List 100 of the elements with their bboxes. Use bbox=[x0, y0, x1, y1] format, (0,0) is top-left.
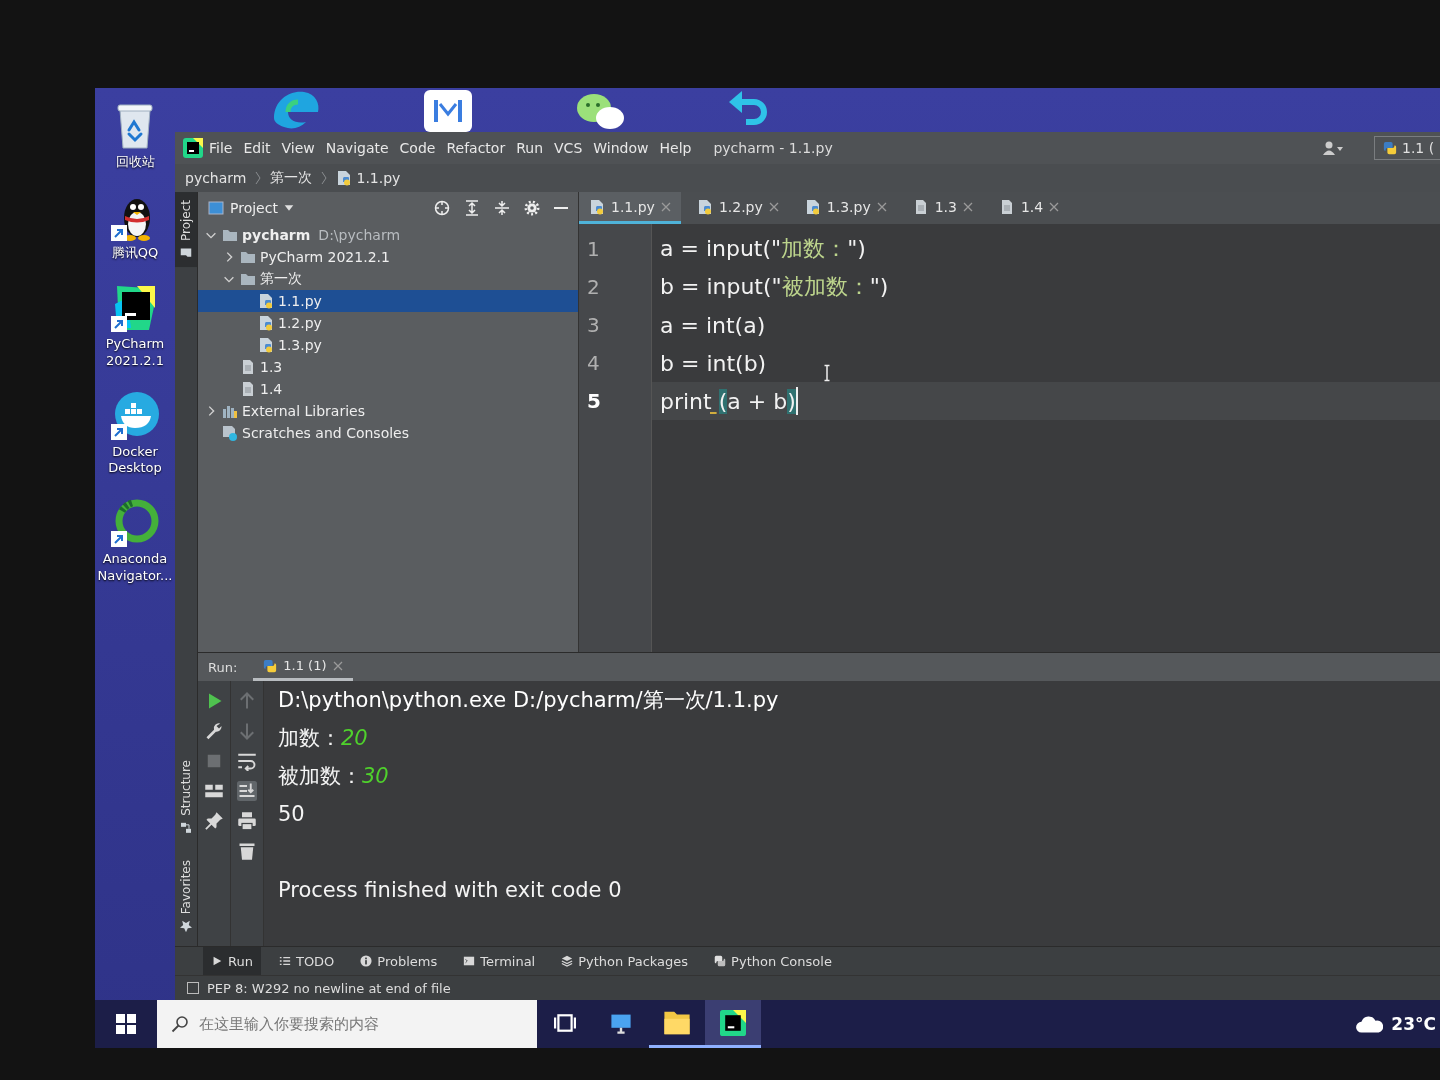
menu-item[interactable]: Refactor bbox=[441, 137, 511, 159]
folder-icon bbox=[240, 271, 256, 287]
settings-icon[interactable] bbox=[524, 200, 540, 216]
user-icon[interactable] bbox=[1323, 140, 1345, 156]
menu-item[interactable]: Run bbox=[511, 137, 549, 159]
tree-item[interactable]: 1.1.py bbox=[198, 290, 578, 312]
line-number: 3 bbox=[587, 313, 600, 337]
project-view-icon bbox=[208, 200, 224, 216]
editor-tab[interactable]: 1.3 bbox=[902, 192, 983, 224]
console-line: D:\python\python.exe D:/pycharm/第一次/1.1.py bbox=[278, 687, 780, 714]
search-icon bbox=[171, 1015, 189, 1033]
tool-window-tab[interactable]: Terminal bbox=[455, 947, 544, 975]
print-icon[interactable] bbox=[237, 811, 257, 831]
whale-icon[interactable] bbox=[111, 389, 159, 442]
tree-item[interactable]: External Libraries bbox=[198, 400, 578, 422]
tree-item[interactable]: 第一次 bbox=[198, 268, 578, 290]
search-field[interactable]: 在这里输入你要搜索的内容 bbox=[157, 1000, 537, 1048]
tree-item[interactable]: 1.3 bbox=[198, 356, 578, 378]
layers-icon bbox=[561, 955, 574, 967]
line-number: 2 bbox=[587, 275, 600, 299]
crosshair-icon[interactable] bbox=[434, 200, 450, 216]
path-hint: D:\pycharm bbox=[318, 227, 401, 243]
app-tile-icon[interactable] bbox=[422, 88, 474, 132]
desktop-icon-label[interactable]: 腾讯QQ bbox=[111, 244, 159, 262]
desktop-icon-label[interactable]: Docker Desktop bbox=[96, 443, 174, 478]
project-view-dropdown[interactable]: Project bbox=[206, 198, 296, 218]
text-cursor-icon bbox=[822, 364, 832, 382]
desktop-icon-label[interactable]: Anaconda Navigator... bbox=[96, 551, 174, 586]
menu-item[interactable]: File bbox=[204, 137, 238, 159]
console-line: 50 bbox=[278, 801, 306, 828]
square-icon[interactable] bbox=[187, 982, 199, 994]
tree-item[interactable]: PyCharm 2021.2.1 bbox=[198, 246, 578, 268]
tree-item[interactable]: pycharm D:\pycharm bbox=[198, 224, 578, 246]
close-icon[interactable] bbox=[876, 201, 887, 212]
line-number: 4 bbox=[587, 351, 600, 375]
expand-all-icon[interactable] bbox=[464, 200, 480, 216]
play-icon bbox=[211, 955, 223, 967]
terminal-icon bbox=[463, 955, 476, 967]
tool-window-tab[interactable]: Python Packages bbox=[553, 947, 697, 975]
menu-item[interactable]: Help bbox=[654, 137, 697, 159]
breadcrumb-item[interactable]: pycharm bbox=[185, 170, 247, 186]
caret-icon bbox=[283, 203, 294, 213]
app-logo-icon[interactable] bbox=[183, 138, 203, 158]
wrench-icon[interactable] bbox=[204, 721, 224, 741]
tool-window-tab[interactable]: Python Console bbox=[706, 947, 840, 975]
python-icon bbox=[263, 658, 278, 673]
pin-icon[interactable] bbox=[204, 811, 224, 831]
panel-label: Run: bbox=[208, 658, 238, 677]
start-icon[interactable] bbox=[116, 1014, 136, 1034]
menu-item[interactable]: Edit bbox=[238, 137, 276, 159]
menu-item[interactable]: Navigate bbox=[320, 137, 394, 159]
side-tab[interactable]: Favorites bbox=[175, 851, 197, 940]
chevron-right-icon bbox=[254, 170, 263, 186]
bar-chart-icon bbox=[222, 403, 238, 419]
collapse-all-icon[interactable] bbox=[494, 200, 510, 216]
editor-tab[interactable]: 1.2.py bbox=[686, 192, 789, 224]
code-line: a = input("加数：") bbox=[660, 235, 866, 263]
chevron-right-icon bbox=[320, 170, 329, 186]
code-line: print (a + b) bbox=[660, 388, 796, 414]
star-icon bbox=[180, 920, 192, 932]
menu-item[interactable]: Code bbox=[394, 137, 441, 159]
menu-item[interactable]: View bbox=[276, 137, 320, 159]
folder-icon bbox=[222, 227, 238, 243]
run-config-dropdown[interactable]: 1.1 ( bbox=[1374, 136, 1440, 160]
desktop-icon-label[interactable]: PyCharm 2021.2.1 bbox=[96, 335, 174, 370]
line-number: 5 bbox=[587, 389, 601, 413]
close-icon[interactable] bbox=[962, 201, 973, 212]
tree-item[interactable]: 1.2.py bbox=[198, 312, 578, 334]
python-file-icon bbox=[258, 293, 274, 309]
window-title: pycharm - 1.1.py bbox=[713, 140, 833, 156]
python-file-icon bbox=[258, 337, 274, 353]
ring-icon[interactable] bbox=[111, 497, 159, 550]
trash-icon[interactable] bbox=[237, 841, 257, 861]
editor-tab[interactable]: 1.4 bbox=[988, 192, 1070, 224]
side-tab[interactable]: Project bbox=[175, 192, 197, 268]
tool-window-tab[interactable]: Problems bbox=[352, 947, 446, 975]
side-tab[interactable]: Structure bbox=[175, 751, 197, 842]
tool-window-tab[interactable]: TODO bbox=[270, 947, 343, 975]
tree-item[interactable]: 1.3.py bbox=[198, 334, 578, 356]
close-icon[interactable] bbox=[768, 201, 779, 212]
menu-item[interactable]: VCS bbox=[549, 137, 588, 159]
breadcrumb-item[interactable]: 第一次 bbox=[270, 169, 313, 187]
breadcrumb-item[interactable]: 1.1.py bbox=[336, 170, 401, 186]
line-number: 1 bbox=[587, 237, 600, 261]
close-icon[interactable] bbox=[332, 660, 343, 671]
desktop-icon-label[interactable]: 回收站 bbox=[115, 154, 155, 171]
text-caret-icon bbox=[795, 387, 798, 415]
output-tab[interactable]: 1.1 (1) bbox=[253, 653, 353, 681]
editor-tab[interactable]: 1.3.py bbox=[794, 192, 897, 224]
folder-icon bbox=[180, 247, 192, 260]
close-icon[interactable] bbox=[1049, 201, 1060, 212]
taskbar-button[interactable] bbox=[705, 1000, 761, 1048]
scroll-to-end-icon[interactable] bbox=[237, 781, 257, 801]
tree-item[interactable]: Scratches and Consoles bbox=[198, 422, 578, 444]
tree-item[interactable]: 1.4 bbox=[198, 378, 578, 400]
editor-tab[interactable]: 1.1.py bbox=[579, 192, 681, 224]
menu-item[interactable]: Window bbox=[588, 137, 654, 159]
tool-window-tab[interactable]: Run bbox=[203, 947, 261, 975]
soft-wrap-icon[interactable] bbox=[237, 751, 257, 771]
python-file-icon bbox=[336, 170, 353, 186]
